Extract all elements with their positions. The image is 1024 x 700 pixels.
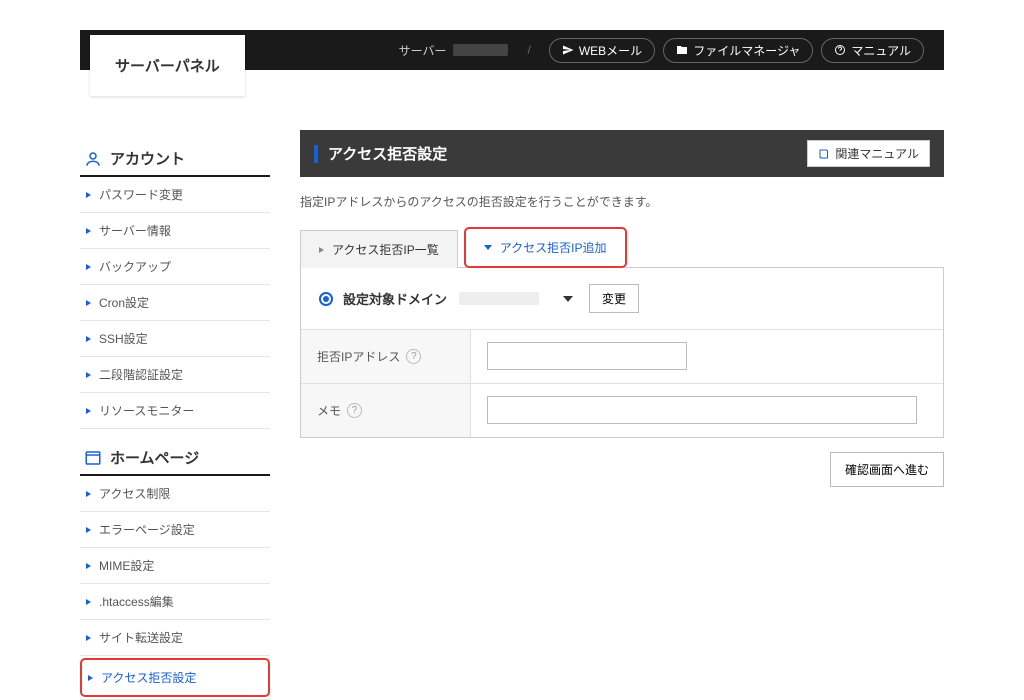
sidebar-item-label: バックアップ — [99, 258, 171, 275]
memo-input[interactable] — [487, 396, 917, 424]
radio-selected-icon[interactable] — [319, 292, 333, 306]
sidebar-item-label: .htaccess編集 — [99, 593, 174, 610]
chevron-right-icon — [86, 300, 91, 306]
webmail-button[interactable]: WEBメール — [549, 38, 655, 63]
sidebar-item-password[interactable]: パスワード変更 — [80, 177, 270, 212]
server-label: サーバー — [399, 42, 447, 59]
tab-label: アクセス拒否IP一覧 — [332, 241, 439, 258]
tab-ip-list[interactable]: アクセス拒否IP一覧 — [300, 230, 458, 268]
chevron-right-icon — [86, 527, 91, 533]
question-icon — [834, 44, 846, 56]
sidebar-item-serverinfo[interactable]: サーバー情報 — [80, 213, 270, 248]
category-label: ホームページ — [110, 447, 199, 468]
chevron-right-icon — [86, 372, 91, 378]
book-icon — [818, 148, 830, 160]
domain-row: 設定対象ドメイン 変更 — [301, 268, 943, 330]
chevron-right-icon — [86, 635, 91, 641]
chevron-right-icon — [86, 408, 91, 414]
help-icon[interactable]: ? — [406, 349, 421, 364]
sidebar-item-label: サイト転送設定 — [99, 629, 183, 646]
sidebar-item-backup[interactable]: バックアップ — [80, 249, 270, 284]
manual-button[interactable]: マニュアル — [821, 38, 924, 63]
deny-ip-input[interactable] — [487, 342, 687, 370]
accent-stripe — [314, 145, 318, 163]
window-icon — [84, 449, 102, 467]
form-panel: 設定対象ドメイン 変更 拒否IPアドレス ? メモ — [300, 268, 944, 438]
page-header: アクセス拒否設定 関連マニュアル — [300, 130, 944, 177]
sidebar-item-redirect[interactable]: サイト転送設定 — [80, 620, 270, 655]
sidebar-item-label: SSH設定 — [99, 330, 148, 347]
tab-ip-add[interactable]: アクセス拒否IP追加 — [464, 227, 627, 268]
sidebar-item-htaccess[interactable]: .htaccess編集 — [80, 584, 270, 619]
sidebar-item-label: リソースモニター — [99, 402, 194, 419]
sidebar-item-cron[interactable]: Cron設定 — [80, 285, 270, 320]
sidebar-item-label: Cron設定 — [99, 294, 149, 311]
action-bar: 確認画面へ進む — [300, 452, 944, 487]
tab-label: アクセス拒否IP追加 — [500, 239, 607, 256]
sidebar-category-homepage: ホームページ — [80, 439, 270, 476]
top-bar: サーバーパネル サーバー / WEBメール ファイルマネージャ マニュアル — [80, 30, 944, 70]
memo-row: メモ ? — [301, 384, 943, 437]
sidebar-item-2fa[interactable]: 二段階認証設定 — [80, 357, 270, 392]
help-icon[interactable]: ? — [347, 403, 362, 418]
proceed-button[interactable]: 確認画面へ進む — [830, 452, 944, 487]
chevron-right-icon — [319, 247, 324, 253]
domain-value-redacted — [459, 292, 539, 305]
ip-row: 拒否IPアドレス ? — [301, 330, 943, 384]
sidebar-item-label: 二段階認証設定 — [99, 366, 183, 383]
sidebar-item-label: エラーページ設定 — [99, 521, 195, 538]
person-icon — [84, 150, 102, 168]
file-manager-label: ファイルマネージャ — [693, 42, 800, 59]
memo-label: メモ ? — [301, 384, 471, 437]
chevron-right-icon — [86, 192, 91, 198]
sidebar-item-resource[interactable]: リソースモニター — [80, 393, 270, 428]
main-content: アクセス拒否設定 関連マニュアル 指定IPアドレスからのアクセスの拒否設定を行う… — [300, 130, 944, 700]
caret-down-icon — [563, 296, 573, 302]
sidebar-item-label: パスワード変更 — [99, 186, 183, 203]
manual-label: マニュアル — [851, 42, 911, 59]
related-manual-button[interactable]: 関連マニュアル — [807, 140, 930, 167]
sidebar-item-label: サーバー情報 — [99, 222, 171, 239]
sidebar-item-ssh[interactable]: SSH設定 — [80, 321, 270, 356]
chevron-right-icon — [88, 675, 93, 681]
file-manager-button[interactable]: ファイルマネージャ — [663, 38, 813, 63]
sidebar-item-access-limit[interactable]: アクセス制限 — [80, 476, 270, 511]
field-label-text: メモ — [317, 402, 341, 419]
account-list: パスワード変更 サーバー情報 バックアップ Cron設定 SSH設定 二段階認証… — [80, 177, 270, 429]
page-description: 指定IPアドレスからのアクセスの拒否設定を行うことができます。 — [300, 193, 944, 210]
chevron-right-icon — [86, 599, 91, 605]
separator: / — [528, 43, 531, 57]
field-label-text: 拒否IPアドレス — [317, 348, 400, 365]
chevron-right-icon — [86, 491, 91, 497]
homepage-list: アクセス制限 エラーページ設定 MIME設定 .htaccess編集 サイト転送… — [80, 476, 270, 700]
sidebar: アカウント パスワード変更 サーバー情報 バックアップ Cron設定 SSH設定… — [80, 130, 270, 700]
domain-select[interactable] — [549, 292, 581, 306]
paper-plane-icon — [562, 44, 574, 56]
webmail-label: WEBメール — [579, 42, 642, 59]
chevron-right-icon — [86, 264, 91, 270]
change-button[interactable]: 変更 — [589, 284, 639, 313]
page-title: アクセス拒否設定 — [328, 143, 807, 164]
sidebar-item-label: MIME設定 — [99, 557, 154, 574]
sidebar-item-error-page[interactable]: エラーページ設定 — [80, 512, 270, 547]
sidebar-item-mime[interactable]: MIME設定 — [80, 548, 270, 583]
folder-icon — [676, 44, 688, 56]
related-manual-label: 関連マニュアル — [835, 145, 919, 162]
chevron-right-icon — [86, 336, 91, 342]
domain-label: 設定対象ドメイン — [343, 289, 447, 308]
server-name-redacted — [453, 44, 508, 56]
sidebar-category-account: アカウント — [80, 140, 270, 177]
sidebar-item-label: アクセス制限 — [99, 485, 170, 502]
sidebar-item-access-deny[interactable]: アクセス拒否設定 — [80, 658, 270, 697]
chevron-down-icon — [484, 245, 492, 250]
tab-bar: アクセス拒否IP一覧 アクセス拒否IP追加 — [300, 226, 944, 268]
ip-label: 拒否IPアドレス ? — [301, 330, 471, 383]
category-label: アカウント — [110, 148, 185, 169]
chevron-right-icon — [86, 228, 91, 234]
chevron-right-icon — [86, 563, 91, 569]
sidebar-item-label: アクセス拒否設定 — [101, 669, 196, 686]
logo: サーバーパネル — [90, 35, 245, 96]
